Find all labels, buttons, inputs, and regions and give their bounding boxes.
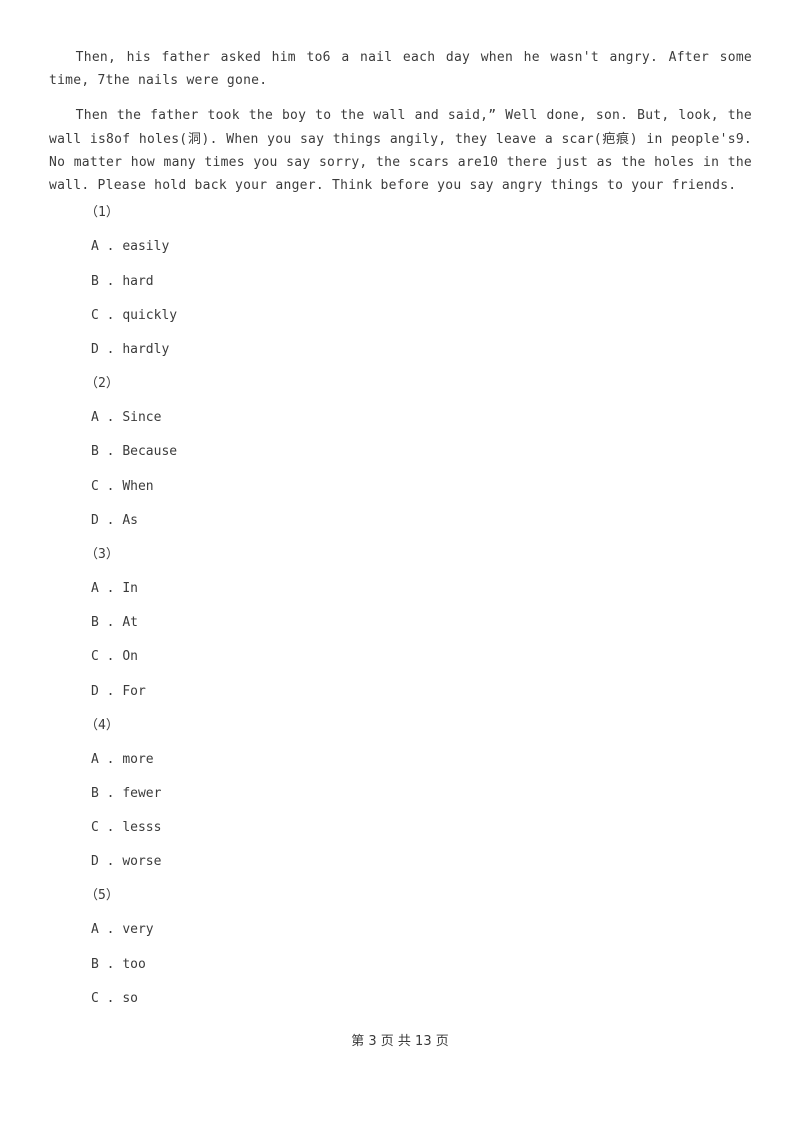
option-letter: A	[91, 410, 99, 426]
option-letter: B	[91, 444, 99, 460]
page-footer: 第 3 页 共 13 页	[351, 1034, 449, 1049]
option-separator: .	[98, 751, 123, 767]
option-label: As	[122, 512, 138, 528]
option-letter: A	[91, 922, 99, 938]
option-item[interactable]: A . more	[49, 742, 752, 776]
option-separator: .	[98, 922, 123, 938]
question-group-2: （2） A . Since B . Because C . When D . A…	[49, 367, 752, 538]
option-item[interactable]: C . quickly	[49, 298, 752, 332]
option-label: On	[122, 649, 138, 665]
question-group-3: （3） A . In B . At C . On D . For	[49, 538, 752, 709]
passage-paragraph-2: Then the father took the boy to the wall…	[49, 108, 752, 194]
option-item[interactable]: A . In	[49, 572, 752, 606]
option-item[interactable]: B . hard	[49, 264, 752, 298]
question-number: （5）	[85, 888, 119, 904]
option-letter: B	[91, 956, 99, 972]
option-item[interactable]: B . At	[49, 606, 752, 640]
passage-paragraph-1: Then, his father asked him to6 a nail ea…	[49, 50, 752, 89]
option-separator: .	[98, 512, 123, 528]
option-letter: D	[91, 512, 99, 528]
option-separator: .	[98, 444, 123, 460]
option-item[interactable]: B . too	[49, 947, 752, 981]
option-item[interactable]: B . fewer	[49, 776, 752, 810]
option-item[interactable]: B . Because	[49, 435, 752, 469]
option-item[interactable]: D . hardly	[49, 333, 752, 367]
option-separator: .	[98, 820, 123, 836]
option-letter: C	[91, 820, 99, 836]
option-letter: A	[91, 239, 99, 255]
option-item[interactable]: C . so	[49, 981, 752, 1015]
option-separator: .	[98, 956, 123, 972]
option-label: too	[122, 956, 146, 972]
option-label: Since	[122, 410, 162, 426]
option-letter: B	[91, 273, 99, 289]
option-letter: A	[91, 580, 99, 596]
option-separator: .	[98, 854, 123, 870]
option-letter: B	[91, 615, 99, 631]
option-separator: .	[98, 683, 123, 699]
passage-body: Then, his father asked him to6 a nail ea…	[49, 46, 752, 197]
option-separator: .	[98, 342, 123, 358]
option-separator: .	[98, 273, 123, 289]
option-separator: .	[98, 580, 123, 596]
option-label: hard	[122, 273, 154, 289]
option-item[interactable]: D . As	[49, 503, 752, 537]
option-item[interactable]: D . worse	[49, 845, 752, 879]
option-separator: .	[98, 478, 123, 494]
option-label: worse	[122, 854, 162, 870]
question-number: （2）	[85, 376, 119, 392]
option-item[interactable]: C . When	[49, 469, 752, 503]
option-letter: C	[91, 307, 99, 323]
option-separator: .	[98, 307, 123, 323]
option-label: quickly	[122, 307, 178, 323]
option-label: very	[122, 922, 154, 938]
option-separator: .	[98, 239, 123, 255]
option-label: more	[122, 751, 154, 767]
option-letter: D	[91, 342, 99, 358]
option-item[interactable]: C . lesss	[49, 811, 752, 845]
question-number: （3）	[85, 546, 119, 562]
option-letter: B	[91, 785, 99, 801]
option-label: When	[122, 478, 154, 494]
option-item[interactable]: A . very	[49, 913, 752, 947]
option-letter: D	[91, 854, 99, 870]
question-number: （4）	[85, 717, 119, 733]
option-separator: .	[98, 990, 123, 1006]
question-list: （1） A . easily B . hard C . quickly D . …	[49, 196, 752, 1016]
option-label: hardly	[122, 342, 170, 358]
option-label: fewer	[122, 785, 162, 801]
option-label: At	[122, 615, 138, 631]
option-item[interactable]: D . For	[49, 674, 752, 708]
question-group-5: （5） A . very B . too C . so	[49, 879, 752, 1016]
document-page: Then, his father asked him to6 a nail ea…	[0, 0, 800, 1132]
option-item[interactable]: A . easily	[49, 230, 752, 264]
option-label: In	[122, 580, 138, 596]
option-label: easily	[122, 239, 170, 255]
option-separator: .	[98, 785, 123, 801]
option-label: lesss	[122, 820, 162, 836]
question-group-4: （4） A . more B . fewer C . lesss D . wor…	[49, 708, 752, 879]
option-label: For	[122, 683, 146, 699]
option-letter: D	[91, 683, 99, 699]
question-group-1: （1） A . easily B . hard C . quickly D . …	[49, 196, 752, 367]
option-separator: .	[98, 615, 123, 631]
option-letter: C	[91, 990, 99, 1006]
option-item[interactable]: C . On	[49, 640, 752, 674]
option-item[interactable]: A . Since	[49, 401, 752, 435]
option-letter: C	[91, 649, 99, 665]
question-number: （1）	[85, 205, 119, 221]
option-label: so	[122, 990, 138, 1006]
option-letter: C	[91, 478, 99, 494]
option-separator: .	[98, 649, 123, 665]
option-letter: A	[91, 751, 99, 767]
option-separator: .	[98, 410, 123, 426]
option-label: Because	[122, 444, 178, 460]
